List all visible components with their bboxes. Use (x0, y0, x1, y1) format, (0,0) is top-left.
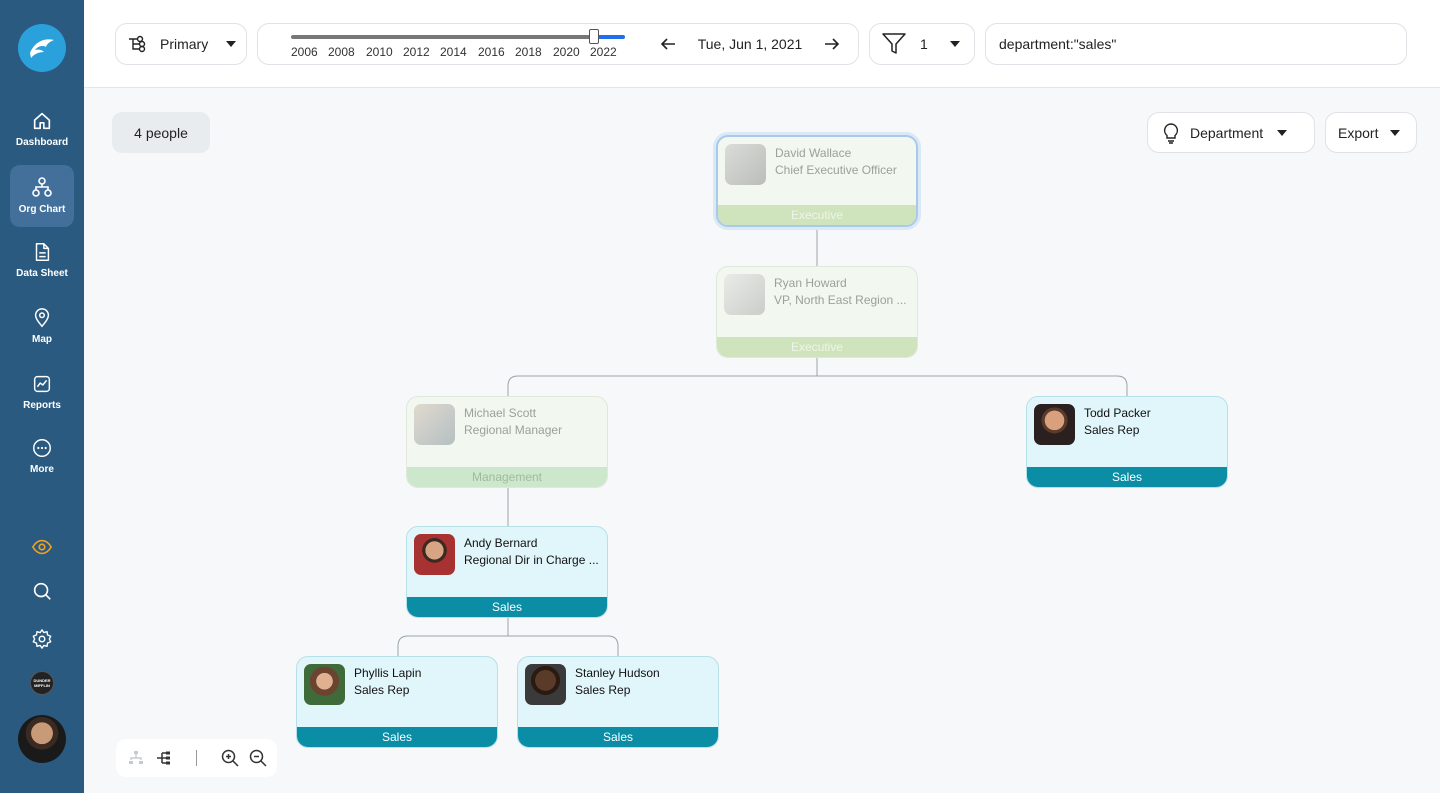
zoom-out-icon[interactable] (249, 749, 267, 767)
person-title: VP, North East Region ... (774, 293, 907, 307)
person-card[interactable]: Ryan Howard VP, North East Region ... Ex… (716, 266, 918, 358)
department-label: Sales (297, 727, 497, 747)
person-name: Todd Packer (1084, 406, 1151, 420)
person-name: Phyllis Lapin (354, 666, 422, 680)
person-card[interactable]: Stanley Hudson Sales Rep Sales (517, 656, 719, 748)
person-title: Sales Rep (354, 683, 410, 697)
department-label: Sales (407, 597, 607, 617)
person-title: Regional Dir in Charge ... (464, 553, 599, 567)
controls-divider (196, 750, 197, 766)
chart-controls (116, 739, 277, 777)
person-name: Ryan Howard (774, 276, 847, 290)
person-name: Michael Scott (464, 406, 537, 420)
person-card[interactable]: Phyllis Lapin Sales Rep Sales (296, 656, 498, 748)
department-label: Sales (1027, 467, 1227, 487)
org-connectors (397, 230, 1128, 656)
person-name: David Wallace (775, 146, 852, 160)
person-name: Andy Bernard (464, 536, 538, 550)
person-title: Sales Rep (575, 683, 631, 697)
person-photo (724, 274, 765, 315)
department-label: Executive (717, 337, 917, 357)
person-card[interactable]: Todd Packer Sales Rep Sales (1026, 396, 1228, 488)
person-title: Sales Rep (1084, 423, 1140, 437)
person-card[interactable]: Andy Bernard Regional Dir in Charge ... … (406, 526, 608, 618)
person-photo (414, 404, 455, 445)
person-photo (414, 534, 455, 575)
zoom-in-icon[interactable] (221, 749, 239, 767)
department-label: Sales (518, 727, 718, 747)
vertical-layout-icon[interactable] (128, 750, 144, 766)
person-photo (1034, 404, 1075, 445)
person-photo (725, 144, 766, 185)
person-name: Stanley Hudson (575, 666, 660, 680)
person-card[interactable]: David Wallace Chief Executive Officer Ex… (716, 135, 918, 227)
department-label: Executive (718, 205, 916, 225)
person-photo (304, 664, 345, 705)
person-title: Regional Manager (464, 423, 563, 437)
person-photo (525, 664, 566, 705)
department-label: Management (407, 467, 607, 487)
person-title: Chief Executive Officer (775, 163, 897, 177)
person-card[interactable]: Michael Scott Regional Manager Managemen… (406, 396, 608, 488)
horizontal-layout-icon[interactable] (156, 750, 172, 766)
